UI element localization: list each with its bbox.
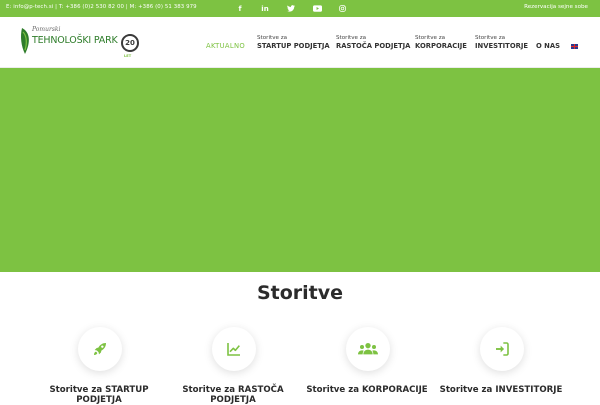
nav-label: RASTOČA PODJETJA (336, 42, 411, 50)
anniversary-badge: 20 (121, 34, 139, 52)
nav-label: INVESTITORJE (475, 42, 529, 50)
service-icon-circle[interactable] (78, 327, 122, 371)
sign-in-icon (496, 342, 509, 356)
service-icon-circle[interactable] (212, 327, 256, 371)
service-icon-circle[interactable] (480, 327, 524, 371)
linkedin-icon[interactable]: in (258, 0, 272, 17)
nav-label: STARTUP PODJETJA (257, 42, 330, 50)
nav-small-label: Storitve za (475, 35, 506, 41)
nav-small-label: Storitve za (336, 35, 367, 41)
youtube-icon[interactable] (310, 0, 324, 17)
section-title: Storitve (256, 282, 344, 304)
rocket-icon (94, 343, 106, 355)
logo-small-text: Pomurski (32, 26, 61, 33)
hero-banner (0, 68, 600, 272)
service-label: Storitve za RASTOČA PODJETJA (182, 385, 284, 405)
leaf-logo-icon (21, 28, 29, 54)
service-label: Storitve za KORPORACIJE (306, 385, 428, 395)
uk-flag-icon[interactable] (571, 44, 578, 49)
users-icon (358, 343, 378, 355)
service-icon-circle[interactable] (346, 327, 390, 371)
top-bar: E: info@p-tech.si | T: +386 (0)2 530 82 … (0, 0, 600, 17)
nav-small-label: Storitve za (415, 35, 446, 41)
nav-label: AKTUALNO (206, 42, 245, 50)
contact-info: E: info@p-tech.si | T: +386 (0)2 530 82 … (6, 4, 197, 10)
nav-label: O NAS (536, 42, 560, 50)
service-label: Storitve za INVESTITORJE (439, 385, 563, 395)
nav-small-label: Storitve za (257, 35, 288, 41)
facebook-icon[interactable]: f (233, 0, 247, 17)
service-label: Storitve za STARTUP PODJETJA (49, 385, 149, 405)
instagram-icon[interactable] (335, 0, 349, 17)
site-header: Pomurski TEHNOLOŠKI PARK 20 LET AKTUALNO… (0, 17, 600, 68)
nav-label: KORPORACIJE (415, 42, 467, 50)
anniversary-sub: LET (124, 54, 132, 58)
twitter-icon[interactable] (284, 0, 298, 17)
logo[interactable]: Pomurski TEHNOLOŠKI PARK 20 LET (20, 24, 142, 62)
logo-name: TEHNOLOŠKI PARK (32, 35, 118, 46)
chart-line-icon (227, 343, 240, 356)
reservation-link[interactable]: Rezervacija sejne sobe (524, 4, 588, 10)
